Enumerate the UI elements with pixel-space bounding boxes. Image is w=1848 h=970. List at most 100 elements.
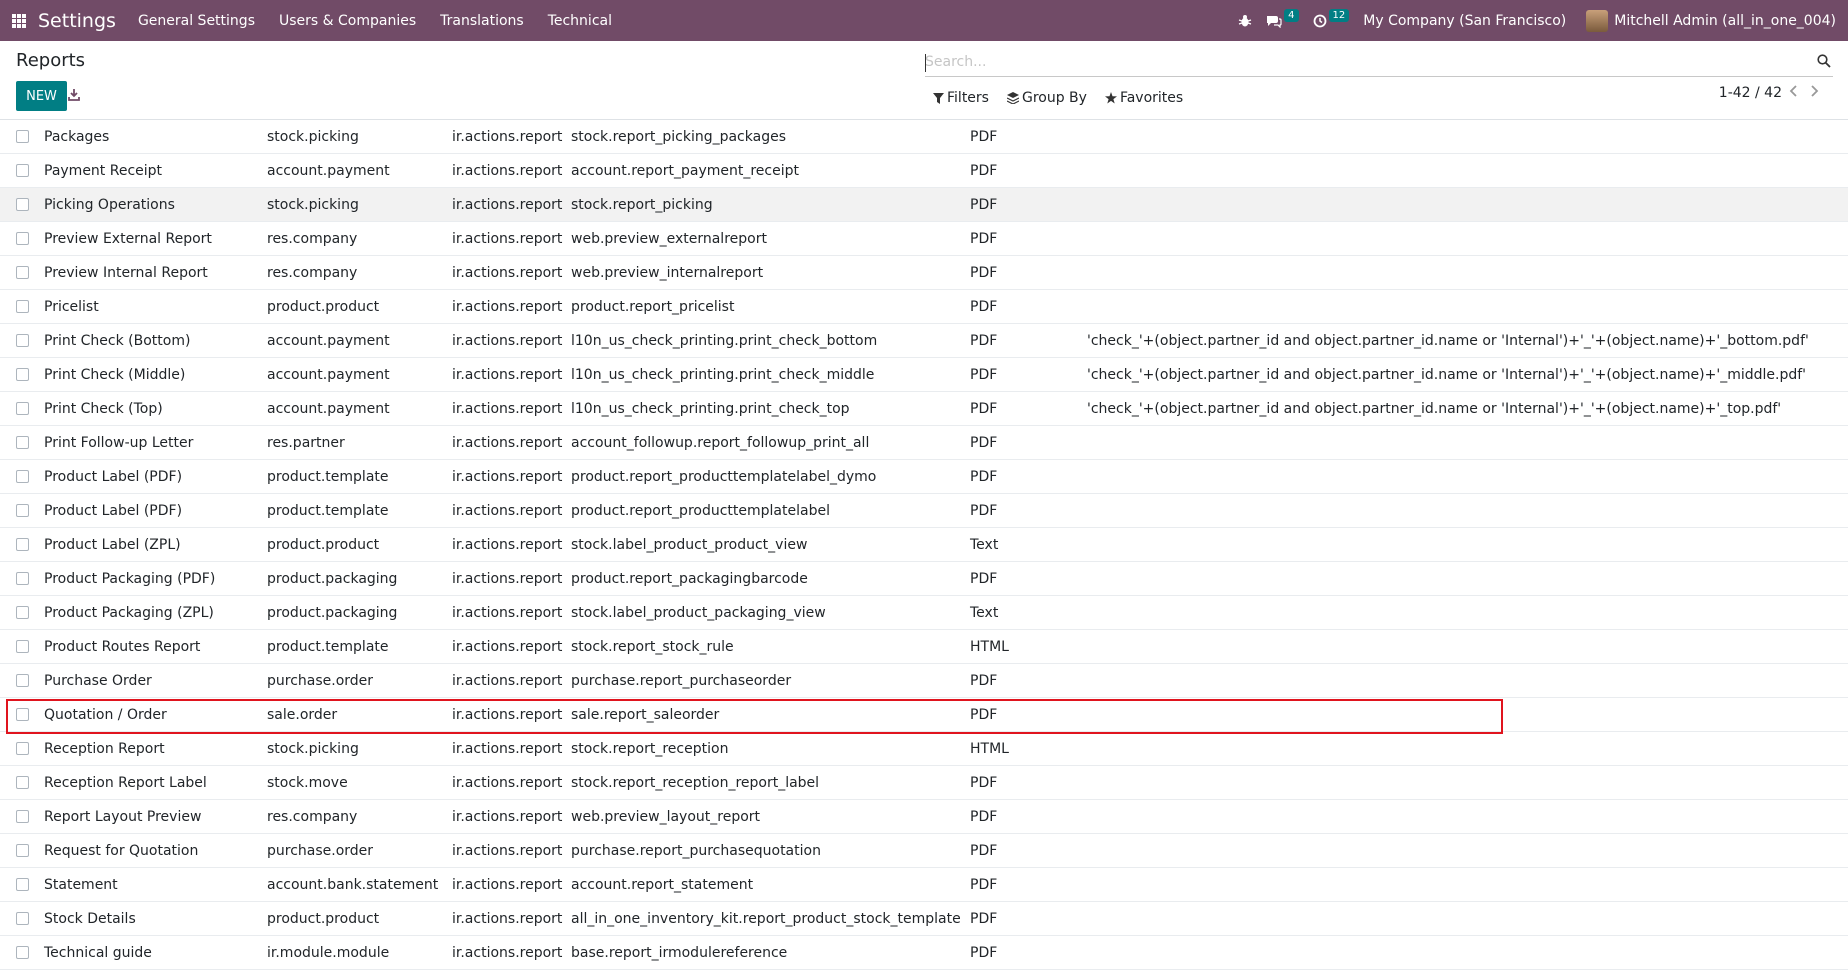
menu-translations[interactable]: Translations bbox=[440, 13, 524, 29]
cell-report-name: Product Routes Report bbox=[44, 638, 201, 655]
row-checkbox[interactable] bbox=[16, 334, 29, 347]
cell-action-type: ir.actions.report bbox=[452, 944, 563, 961]
table-row[interactable]: Quotation / Order sale.order ir.actions.re… bbox=[0, 698, 1848, 734]
cell-model-name: purchase.order bbox=[267, 842, 374, 859]
cell-report-type: PDF bbox=[970, 298, 998, 315]
row-checkbox[interactable] bbox=[16, 946, 29, 959]
cell-action-type: ir.actions.report bbox=[452, 400, 563, 417]
apps-menu-icon[interactable] bbox=[12, 13, 26, 28]
pager-next-icon[interactable] bbox=[1808, 85, 1822, 97]
row-checkbox[interactable] bbox=[16, 368, 29, 381]
row-checkbox[interactable] bbox=[16, 266, 29, 279]
row-checkbox[interactable] bbox=[16, 776, 29, 789]
row-checkbox[interactable] bbox=[16, 810, 29, 823]
table-row[interactable]: Statement account.bank.statement ir.action… bbox=[0, 868, 1848, 902]
search-icon[interactable] bbox=[1817, 54, 1831, 72]
pager-value[interactable]: 1-42 / 42 bbox=[1719, 85, 1782, 101]
row-checkbox[interactable] bbox=[16, 572, 29, 585]
row-checkbox[interactable] bbox=[16, 742, 29, 755]
table-row[interactable]: Product Packaging (ZPL) product.packaging… bbox=[0, 596, 1848, 630]
table-row[interactable]: Product Label (ZPL) product.product ir.act… bbox=[0, 528, 1848, 562]
page-title: Reports bbox=[16, 50, 86, 71]
menu-users-companies[interactable]: Users & Companies bbox=[279, 13, 416, 29]
row-checkbox[interactable] bbox=[16, 436, 29, 449]
table-row[interactable]: Packages stock.picking ir.actions.report st… bbox=[0, 120, 1848, 154]
row-checkbox[interactable] bbox=[16, 878, 29, 891]
new-button[interactable]: NEW bbox=[16, 81, 67, 111]
messages-chat-icon[interactable]: 4 bbox=[1266, 9, 1299, 28]
table-row[interactable]: Reception Report stock.picking ir.actions.… bbox=[0, 732, 1848, 766]
table-row[interactable]: Preview External Report res.company ir.act… bbox=[0, 222, 1848, 256]
row-checkbox[interactable] bbox=[16, 198, 29, 211]
cell-report-type: PDF bbox=[970, 910, 998, 927]
cell-report-type: PDF bbox=[970, 842, 998, 859]
cell-model-name: stock.picking bbox=[267, 196, 359, 213]
row-checkbox[interactable] bbox=[16, 708, 29, 721]
cell-report-name: Print Check (Top) bbox=[44, 400, 163, 417]
table-row[interactable]: Product Routes Report product.template ir.… bbox=[0, 630, 1848, 664]
cell-report-type: PDF bbox=[970, 570, 998, 587]
menu-technical[interactable]: Technical bbox=[548, 13, 612, 29]
table-row[interactable]: Print Check (Top) account.payment ir.actio… bbox=[0, 392, 1848, 426]
activities-count-badge: 12 bbox=[1328, 9, 1350, 22]
cell-action-type: ir.actions.report bbox=[452, 842, 563, 859]
row-checkbox[interactable] bbox=[16, 912, 29, 925]
table-row[interactable]: Print Check (Middle) account.payment ir.ac… bbox=[0, 358, 1848, 392]
row-checkbox[interactable] bbox=[16, 232, 29, 245]
debug-bug-icon[interactable] bbox=[1238, 14, 1252, 28]
cell-template-name: account.report_payment_receipt bbox=[571, 162, 799, 179]
row-checkbox[interactable] bbox=[16, 402, 29, 415]
download-icon[interactable] bbox=[68, 87, 80, 105]
cell-template-name: product.report_producttemplatelabel_dymo bbox=[571, 468, 877, 485]
user-menu[interactable]: Mitchell Admin (all_in_one_004) bbox=[1586, 9, 1836, 32]
cell-template-name: purchase.report_purchasequotation bbox=[571, 842, 821, 859]
table-row[interactable]: Preview Internal Report res.company ir.act… bbox=[0, 256, 1848, 290]
row-checkbox[interactable] bbox=[16, 674, 29, 687]
row-checkbox[interactable] bbox=[16, 470, 29, 483]
row-checkbox[interactable] bbox=[16, 640, 29, 653]
row-checkbox[interactable] bbox=[16, 844, 29, 857]
table-row[interactable]: Product Label (PDF) product.template ir.ac… bbox=[0, 460, 1848, 494]
layers-icon bbox=[1006, 92, 1019, 104]
navbar-systray: 4 12 My Company (San Francisco) Mitchell… bbox=[1238, 9, 1836, 32]
table-row[interactable]: Print Check (Bottom) account.payment ir.ac… bbox=[0, 324, 1848, 358]
cell-report-type: PDF bbox=[970, 876, 998, 893]
groupby-label: Group By bbox=[1021, 90, 1087, 106]
table-row[interactable]: Product Packaging (PDF) product.packaging… bbox=[0, 562, 1848, 596]
row-checkbox[interactable] bbox=[16, 300, 29, 313]
table-row[interactable]: Report Layout Preview res.company ir.actio… bbox=[0, 800, 1848, 834]
app-brand[interactable]: Settings bbox=[38, 10, 116, 32]
cell-report-name: Packages bbox=[44, 128, 110, 145]
pager-previous-icon[interactable] bbox=[1786, 85, 1800, 97]
cell-model-name: stock.picking bbox=[267, 740, 359, 757]
table-row[interactable]: Technical guide ir.module.module ir.action… bbox=[0, 936, 1848, 970]
table-row[interactable]: Picking Operations stock.picking ir.action… bbox=[0, 188, 1848, 222]
table-row[interactable]: Print Follow-up Letter res.partner ir.acti… bbox=[0, 426, 1848, 460]
row-checkbox[interactable] bbox=[16, 164, 29, 177]
groupby-dropdown[interactable]: Group By bbox=[1006, 90, 1087, 106]
search-input[interactable] bbox=[925, 49, 1785, 75]
favorites-dropdown[interactable]: Favorites bbox=[1104, 90, 1183, 106]
cell-report-name: Print Follow-up Letter bbox=[44, 434, 194, 451]
table-row[interactable]: Product Label (PDF) product.template ir.ac… bbox=[0, 494, 1848, 528]
cell-report-type: PDF bbox=[970, 774, 998, 791]
cell-action-type: ir.actions.report bbox=[452, 638, 563, 655]
row-checkbox[interactable] bbox=[16, 504, 29, 517]
table-row[interactable]: Purchase Order purchase.order ir.actions.r… bbox=[0, 664, 1848, 698]
row-checkbox[interactable] bbox=[16, 606, 29, 619]
cell-model-name: product.packaging bbox=[267, 604, 398, 621]
company-switcher[interactable]: My Company (San Francisco) bbox=[1363, 13, 1566, 29]
activities-clock-icon[interactable]: 12 bbox=[1313, 9, 1350, 28]
cell-report-name: Print Check (Middle) bbox=[44, 366, 186, 383]
table-row[interactable]: Reception Report Label stock.move ir.actio… bbox=[0, 766, 1848, 800]
cell-report-type: PDF bbox=[970, 706, 998, 723]
table-row[interactable]: Request for Quotation purchase.order ir.ac… bbox=[0, 834, 1848, 868]
table-row[interactable]: Pricelist product.product ir.actions.repor… bbox=[0, 290, 1848, 324]
table-row[interactable]: Stock Details product.product ir.actions.r… bbox=[0, 902, 1848, 936]
cell-report-type: PDF bbox=[970, 162, 998, 179]
row-checkbox[interactable] bbox=[16, 538, 29, 551]
row-checkbox[interactable] bbox=[16, 130, 29, 143]
filters-dropdown[interactable]: Filters bbox=[933, 90, 989, 106]
table-row[interactable]: Payment Receipt account.payment ir.actions… bbox=[0, 154, 1848, 188]
menu-general-settings[interactable]: General Settings bbox=[138, 13, 255, 29]
